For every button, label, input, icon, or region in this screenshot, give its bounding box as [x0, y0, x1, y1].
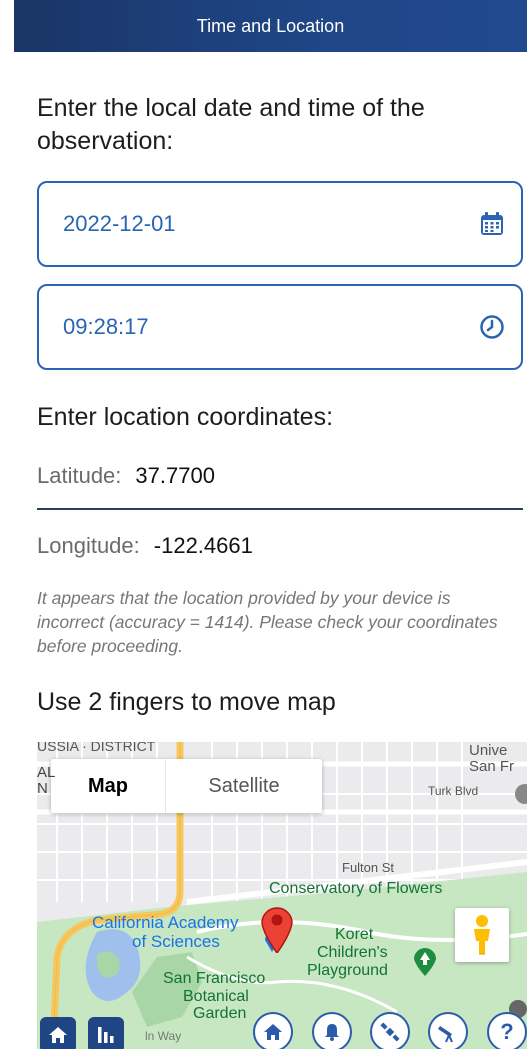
- nav-chart-button[interactable]: [88, 1017, 124, 1049]
- map-type-control: Map Satellite: [51, 759, 322, 813]
- nav-satellite-button[interactable]: [370, 1012, 410, 1049]
- map-label-turk-blvd: Turk Blvd: [428, 784, 479, 798]
- house-icon: [264, 1024, 282, 1040]
- location-prompt: Enter location coordinates:: [37, 403, 334, 431]
- coordinate-divider: [37, 508, 523, 510]
- time-field[interactable]: 09:28:17: [37, 284, 523, 370]
- latitude-label: Latitude:: [37, 463, 122, 488]
- map-label-koret-1: Koret: [335, 926, 374, 943]
- map-label-academy-1: California Academy: [92, 913, 239, 932]
- longitude-row: Longitude: -122.4661: [37, 533, 253, 559]
- nav-telescope-button[interactable]: [428, 1012, 468, 1049]
- location-marker-icon[interactable]: [260, 903, 294, 953]
- page-title: Time and Location: [196, 15, 345, 36]
- telescope-icon: [438, 1026, 453, 1043]
- pegman-icon: [474, 915, 490, 955]
- location-map[interactable]: Map Satellite USSIA · DISTRICT AL N Univ…: [37, 742, 527, 1049]
- map-label-university-2: San Fr: [469, 758, 515, 775]
- time-value: 09:28:17: [63, 314, 149, 339]
- nav-alerts-button[interactable]: [312, 1012, 352, 1049]
- nav-help-button[interactable]: ?: [487, 1012, 527, 1049]
- map-label-koret-2: Children's: [317, 944, 388, 961]
- latitude-input[interactable]: 37.7700: [135, 463, 215, 489]
- bell-icon: [325, 1024, 339, 1041]
- latitude-row: Latitude: 37.7700: [37, 463, 215, 489]
- map-label-conservatory: Conservatory of Flowers: [269, 880, 443, 897]
- question-icon: ?: [500, 1019, 514, 1044]
- location-warning: It appears that the location provided by…: [37, 588, 498, 656]
- satellite-icon: [380, 1022, 400, 1042]
- playground-pin-icon: [414, 948, 436, 976]
- map-type-map-button[interactable]: Map: [51, 759, 166, 813]
- map-label-university-1: Unive: [469, 742, 508, 759]
- map-label-koret-3: Playground: [307, 962, 388, 979]
- home-icon: [49, 1027, 67, 1043]
- page-header: Time and Location: [14, 0, 527, 52]
- map-label-district: USSIA · DISTRICT: [37, 742, 156, 754]
- street-view-pegman-button[interactable]: [455, 908, 509, 962]
- date-value: 2022-12-01: [63, 211, 176, 236]
- datetime-prompt: Enter the local date and time of the obs…: [37, 94, 425, 155]
- map-label-academy-2: of Sciences: [132, 932, 220, 951]
- map-instruction: Use 2 fingers to move map: [37, 688, 336, 716]
- clock-icon[interactable]: [479, 314, 505, 340]
- map-label-botanical-1: San Francisco: [163, 970, 266, 987]
- date-field[interactable]: 2022-12-01: [37, 181, 523, 267]
- bar-chart-icon: [98, 1027, 114, 1043]
- map-label-left-2: N: [37, 780, 48, 797]
- calendar-icon[interactable]: [479, 211, 505, 237]
- bottom-navigation: ?: [0, 1004, 527, 1049]
- longitude-label: Longitude:: [37, 533, 140, 558]
- nav-home-button[interactable]: [40, 1017, 76, 1049]
- map-label-left-1: AL: [37, 764, 56, 781]
- longitude-input[interactable]: -122.4661: [154, 533, 253, 559]
- map-label-fulton-st: Fulton St: [342, 860, 395, 875]
- nav-home-map-button[interactable]: [253, 1012, 293, 1049]
- map-type-satellite-button[interactable]: Satellite: [166, 759, 322, 813]
